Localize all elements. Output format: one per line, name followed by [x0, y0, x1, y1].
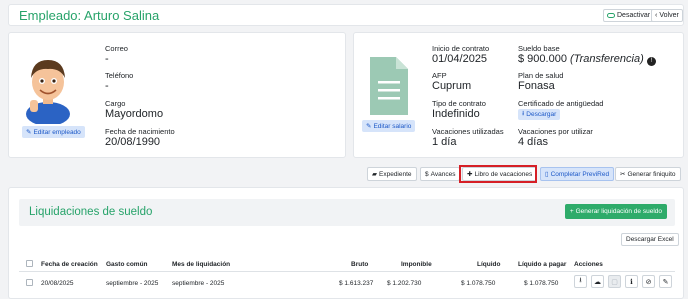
- certificate-label: Certificado de antigüedad: [518, 99, 604, 108]
- download-icon[interactable]: ⭳: [574, 275, 587, 288]
- birth-label: Fecha de nacimiento: [105, 127, 175, 136]
- used-vacation-value: 1 día: [432, 136, 457, 148]
- afp-value: Cuprum: [432, 80, 472, 92]
- page-header: Empleado: Arturo Salina Desactivar ‹ Vol…: [8, 4, 684, 26]
- download-label: Descargar: [526, 111, 557, 118]
- cell-fecha: 20/08/2025: [41, 280, 74, 287]
- expediente-label: Expediente: [379, 170, 412, 178]
- used-vacation-label: Vacaciones utilizadas: [432, 127, 504, 136]
- dollar-icon: $: [425, 170, 429, 178]
- download-icon: ⭳: [522, 110, 525, 117]
- info-icon[interactable]: ℹ: [625, 275, 638, 288]
- previred-button[interactable]: ▯ Completar PreviRed: [540, 167, 615, 181]
- cell-gasto: septiembre - 2025: [106, 280, 159, 287]
- back-button[interactable]: ‹ Volver: [651, 9, 683, 22]
- contract-type-label: Tipo de contrato: [432, 99, 486, 108]
- contract-start-label: Inicio de contrato: [432, 44, 490, 53]
- cloud-download-icon[interactable]: ☁: [591, 275, 604, 288]
- highlight-box: [459, 165, 537, 183]
- tools-icon: ✂: [620, 171, 626, 178]
- health-value: Fonasa: [518, 80, 555, 92]
- email-value: -: [105, 53, 109, 65]
- page-title: Empleado: Arturo Salina: [19, 8, 160, 23]
- chevron-left-icon: ‹: [655, 12, 658, 19]
- download-certificate-button[interactable]: ⭳ Descargar: [518, 109, 561, 120]
- table-header-rule: [19, 271, 675, 272]
- phone-label: Teléfono: [105, 71, 134, 80]
- select-all-checkbox[interactable]: [26, 260, 33, 267]
- generate-settlement-label: Generar liquidación de sueldo: [575, 208, 662, 215]
- avances-button[interactable]: $ Avances: [420, 167, 461, 181]
- col-acciones: Acciones: [574, 261, 603, 268]
- edit-salary-label: Editar salario: [373, 122, 412, 130]
- col-fecha: Fecha de creación: [41, 261, 98, 268]
- col-gasto: Gasto común: [106, 261, 148, 268]
- health-label: Plan de salud: [518, 71, 564, 80]
- pencil-icon[interactable]: ✎: [659, 275, 672, 288]
- finiquito-button[interactable]: ✂ Generar finiquito: [615, 167, 681, 181]
- col-bruto: Bruto: [351, 261, 369, 268]
- info-icon[interactable]: !: [646, 57, 656, 66]
- avances-label: Avances: [430, 170, 456, 178]
- email-label: Correo: [105, 44, 128, 53]
- avatar: [26, 60, 70, 124]
- file-icon: ▯: [545, 171, 549, 178]
- row-checkbox[interactable]: [26, 279, 33, 286]
- pending-vacation-label: Vacaciones por utilizar: [518, 127, 593, 136]
- contract-start-value: 01/04/2025: [432, 53, 488, 65]
- previred-label: Completar PreviRed: [550, 170, 610, 178]
- document-icon: [370, 57, 408, 115]
- toggle-icon: [607, 13, 615, 18]
- edit-employee-label: Editar empleado: [33, 128, 81, 136]
- col-imponible: Imponible: [401, 261, 432, 268]
- folder-icon: ▰: [372, 171, 377, 178]
- edit-icon: ✎: [366, 123, 372, 130]
- download-excel-button[interactable]: Descargar Excel: [621, 233, 679, 246]
- expediente-button[interactable]: ▰ Expediente: [367, 167, 417, 181]
- copy-icon[interactable]: ▢: [608, 275, 621, 288]
- salary-row: $ 900.000 (Transferencia) !: [518, 53, 656, 66]
- salary-method: (Transferencia): [570, 53, 644, 65]
- deactivate-button[interactable]: Desactivar: [603, 9, 655, 22]
- settlements-section: Liquidaciones de sueldo + Generar liquid…: [8, 187, 684, 299]
- generate-settlement-button[interactable]: + Generar liquidación de sueldo: [564, 204, 667, 219]
- afp-label: AFP: [432, 71, 447, 80]
- cell-imponible: $ 1.202.730: [387, 280, 422, 287]
- salary-value: $ 900.000: [518, 53, 567, 65]
- plus-icon: +: [569, 208, 574, 215]
- edit-employee-button[interactable]: ✎ Editar empleado: [22, 126, 85, 138]
- role-label: Cargo: [105, 99, 126, 108]
- salary-label: Sueldo base: [518, 44, 560, 53]
- col-liquido-pagar: Líquido a pagar: [518, 261, 567, 268]
- birth-value: 20/08/1990: [105, 136, 161, 148]
- col-mes: Mes de liquidación: [172, 261, 231, 268]
- deactivate-label: Desactivar: [617, 12, 651, 19]
- pending-vacation-value: 4 días: [518, 136, 548, 148]
- col-liquido: Líquido: [477, 261, 501, 268]
- settlements-header: Liquidaciones de sueldo + Generar liquid…: [19, 199, 675, 226]
- download-excel-label: Descargar Excel: [626, 236, 674, 243]
- cell-mes: septiembre - 2025: [172, 280, 225, 287]
- cell-bruto: $ 1.613.237: [339, 280, 374, 287]
- role-value: Mayordomo: [105, 108, 164, 120]
- block-icon[interactable]: ⊘: [642, 275, 655, 288]
- contract-type-value: Indefinido: [432, 108, 480, 120]
- settlements-title: Liquidaciones de sueldo: [29, 206, 153, 218]
- cell-liquido: $ 1.078.750: [461, 280, 496, 287]
- cell-liquido-pagar: $ 1.078.750: [524, 280, 559, 287]
- phone-value: -: [105, 80, 109, 92]
- finiquito-label: Generar finiquito: [627, 170, 676, 178]
- edit-icon: ✎: [26, 129, 32, 136]
- edit-salary-button[interactable]: ✎ Editar salario: [362, 120, 416, 132]
- back-label: Volver: [659, 12, 679, 19]
